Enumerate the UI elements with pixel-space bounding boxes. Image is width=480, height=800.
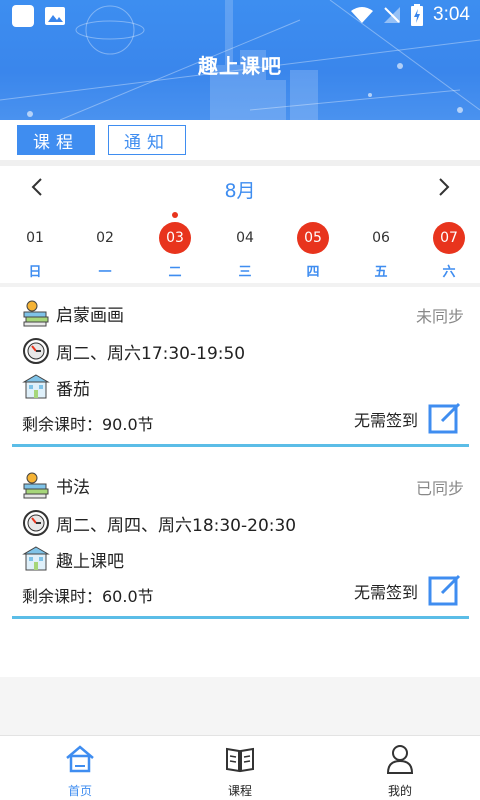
day-05[interactable]: 05 四 [282,212,342,282]
day-weekday: 六 [442,265,456,280]
week-strip: 01 日 02 一 03 二 04 三 05 四 06 五 07 六 [0,212,480,282]
course-card[interactable]: 书法 已同步 周二、周四、周六18:30-20:30 趣上课吧 剩余课时：60.… [0,459,480,625]
event-dot [172,212,178,218]
remaining-hours: 剩余课时：90.0节 [22,415,154,434]
course-name: 书法 [56,477,90,498]
sign-in-status: 无需签到 [353,411,418,430]
sync-status: 已同步 [415,479,464,498]
status-bar: 3:04 [0,0,480,32]
day-06[interactable]: 06 五 [350,212,410,282]
course-name: 启蒙画画 [56,305,124,326]
day-07[interactable]: 07 六 [418,212,478,282]
card-divider [12,616,469,619]
day-weekday: 二 [168,265,182,280]
wifi-icon [351,7,374,23]
day-01[interactable]: 01 日 [4,212,64,282]
page-title: 趣上课吧 [198,54,282,78]
day-number: 03 [159,222,191,254]
clock-icon [23,510,49,536]
home-icon [66,745,94,773]
school-building-icon [22,374,50,399]
books-icon [23,472,49,499]
sign-in-status: 无需签到 [353,583,418,602]
day-weekday: 一 [98,265,112,280]
edit-icon[interactable] [428,401,462,435]
no-signal-icon [384,7,401,23]
day-weekday: 日 [28,265,42,280]
course-schedule: 周二、周六17:30-19:50 [56,343,246,364]
nav-profile[interactable]: 我的 [360,742,440,798]
tab-courses[interactable]: 课程 [17,125,95,155]
day-number: 04 [236,230,254,246]
tab-notifications[interactable]: 通知 [108,125,186,155]
sync-status: 未同步 [415,307,464,326]
clock-icon [23,338,49,364]
day-weekday: 三 [238,265,252,280]
course-location: 趣上课吧 [56,551,124,572]
tab-bar: 课程 通知 [0,120,480,160]
month-label: 8月 [224,180,256,202]
day-02[interactable]: 02 一 [74,212,134,282]
chevron-right-icon[interactable] [430,174,456,200]
remaining-hours: 剩余课时：60.0节 [22,587,154,606]
day-weekday: 四 [306,265,320,280]
person-icon [386,745,414,774]
app-header: 3:04 趣上课吧 [0,0,480,120]
book-icon [226,747,254,773]
day-number: 07 [433,222,465,254]
course-card[interactable]: 启蒙画画 未同步 周二、周六17:30-19:50 番茄 剩余课时：90.0节 … [0,287,480,453]
card-divider [12,444,469,447]
image-notification-icon [45,7,65,25]
day-number: 01 [26,230,44,246]
day-weekday: 五 [374,265,388,280]
course-schedule: 周二、周四、周六18:30-20:30 [56,515,297,536]
day-number: 06 [372,230,390,246]
nav-courses[interactable]: 课程 [200,742,280,798]
nav-courses-label: 课程 [227,784,252,798]
nav-profile-label: 我的 [387,784,412,798]
school-building-icon [22,546,50,571]
bottom-nav: 首页 课程 我的 [0,735,480,800]
books-icon [23,300,49,327]
edit-icon[interactable] [428,573,462,607]
day-04[interactable]: 04 三 [214,212,274,282]
battery-charging-icon [411,4,424,26]
nav-home[interactable]: 首页 [40,742,120,798]
day-03[interactable]: 03 二 [144,212,204,282]
notification-square-icon [12,5,34,27]
course-location: 番茄 [56,379,90,400]
nav-home-label: 首页 [67,784,92,798]
day-number: 02 [96,230,114,246]
clock-time: 3:04 [433,4,470,25]
empty-area [0,677,480,735]
month-navigator: 8月 [0,166,480,210]
day-number: 05 [297,222,329,254]
